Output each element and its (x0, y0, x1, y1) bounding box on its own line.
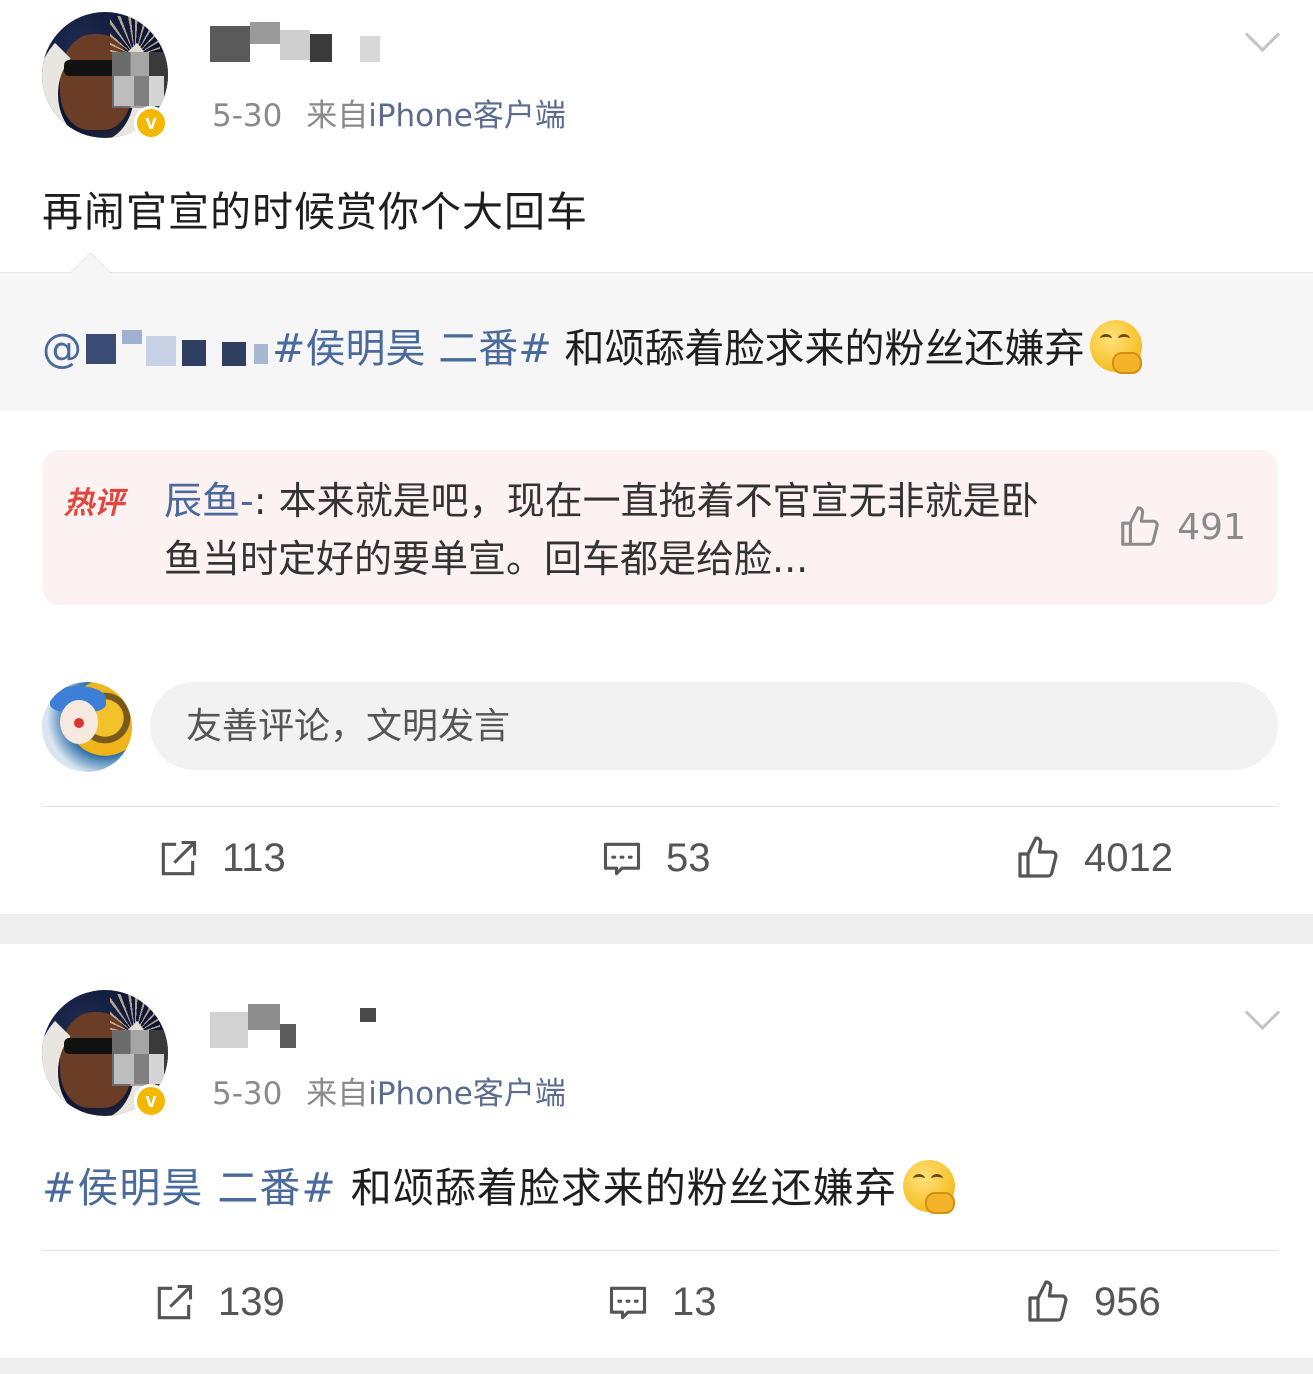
comment-input[interactable] (150, 682, 1278, 770)
post2-date: 5-30 (212, 1076, 283, 1112)
post1-more-chevron-icon[interactable] (1244, 16, 1281, 53)
post1-like-button[interactable]: 4012 (1014, 834, 1173, 882)
post1-repost-count: 113 (222, 836, 286, 880)
repost-topic-link[interactable]: #侯明昊 二番# (272, 326, 552, 372)
hot-comment-body: 辰鱼-: 本来就是吧，现在一直拖着不官宣无非就是卧鱼当时定好的要单宣。回车都是给… (164, 472, 1064, 588)
repost-mention-blurred[interactable] (82, 330, 272, 366)
post2-comment-count: 13 (672, 1280, 717, 1324)
hot-comment-text: : 本来就是吧，现在一直拖着不官宣无非就是卧鱼当时定好的要单宣。回车都是给脸..… (164, 479, 1039, 581)
post1-source-link[interactable]: iPhone客户端 (368, 98, 566, 134)
post2-repost-count: 139 (218, 1280, 285, 1324)
post1-meta: 5-30 来自iPhone客户端 (212, 90, 566, 135)
hot-comment-tag: 热评 (64, 486, 124, 521)
repost-mention-prefix[interactable]: @ (42, 326, 82, 372)
post1-comment-button[interactable]: 53 (600, 836, 711, 881)
thinking-emoji-icon (1090, 320, 1143, 374)
thumbs-up-icon (1028, 1280, 1068, 1322)
post1-divider (42, 806, 1278, 807)
thumbs-up-icon (1121, 506, 1159, 546)
post2-like-button[interactable]: 956 (1024, 1278, 1161, 1326)
post2-source-link[interactable]: iPhone客户端 (368, 1076, 566, 1112)
thinking-emoji-icon (902, 1160, 955, 1214)
post2-author-name-blurred[interactable] (210, 1004, 390, 1050)
thumbs-up-icon (1018, 836, 1058, 878)
post2-more-chevron-icon[interactable] (1244, 994, 1281, 1031)
post2-topic-link[interactable]: #侯明昊 二番# (42, 1164, 337, 1212)
verified-badge-icon: v (134, 1084, 168, 1118)
post1-repost-button[interactable]: 113 (156, 836, 286, 881)
post-separator (0, 914, 1313, 944)
hot-comment-author[interactable]: 辰鱼- (164, 479, 254, 523)
repost-text: 和颂舔着脸求来的粉丝还嫌弃 (551, 326, 1085, 372)
post2-repost-button[interactable]: 139 (152, 1280, 285, 1325)
current-user-avatar[interactable] (42, 682, 132, 772)
post1-date: 5-30 (212, 98, 283, 134)
repost-icon (157, 1284, 193, 1319)
hot-comment-like-button[interactable]: 491 (1117, 504, 1246, 550)
post2-comment-button[interactable]: 13 (606, 1280, 717, 1325)
post2-from-label: 来自 (306, 1076, 369, 1112)
post1-hot-comment[interactable]: 热评 辰鱼-: 本来就是吧，现在一直拖着不官宣无非就是卧鱼当时定好的要单宣。回车… (42, 450, 1278, 605)
hot-comment-like-count: 491 (1177, 506, 1246, 548)
verified-badge-icon: v (134, 106, 168, 140)
post2-divider (42, 1250, 1278, 1251)
post1-comment-count: 53 (666, 836, 711, 880)
post1-text: 再闹官宣的时候赏你个大回车 (42, 188, 588, 236)
comment-icon (603, 842, 641, 875)
post1-repost-content: @ #侯明昊 二番# 和颂舔着脸求来的粉丝还嫌弃 (42, 316, 1143, 374)
repost-icon (161, 840, 197, 875)
bottom-separator (0, 1358, 1313, 1374)
post1-like-count: 4012 (1084, 835, 1173, 880)
comment-icon (609, 1286, 647, 1319)
post1-from-label: 来自 (306, 98, 369, 134)
post1-author-name-blurred[interactable] (210, 22, 380, 64)
post2-meta: 5-30 来自iPhone客户端 (212, 1068, 566, 1113)
post2-body-text: 和颂舔着脸求来的粉丝还嫌弃 (336, 1164, 897, 1212)
post2-like-count: 956 (1094, 1279, 1161, 1324)
post2-text: #侯明昊 二番# 和颂舔着脸求来的粉丝还嫌弃 (42, 1154, 955, 1214)
